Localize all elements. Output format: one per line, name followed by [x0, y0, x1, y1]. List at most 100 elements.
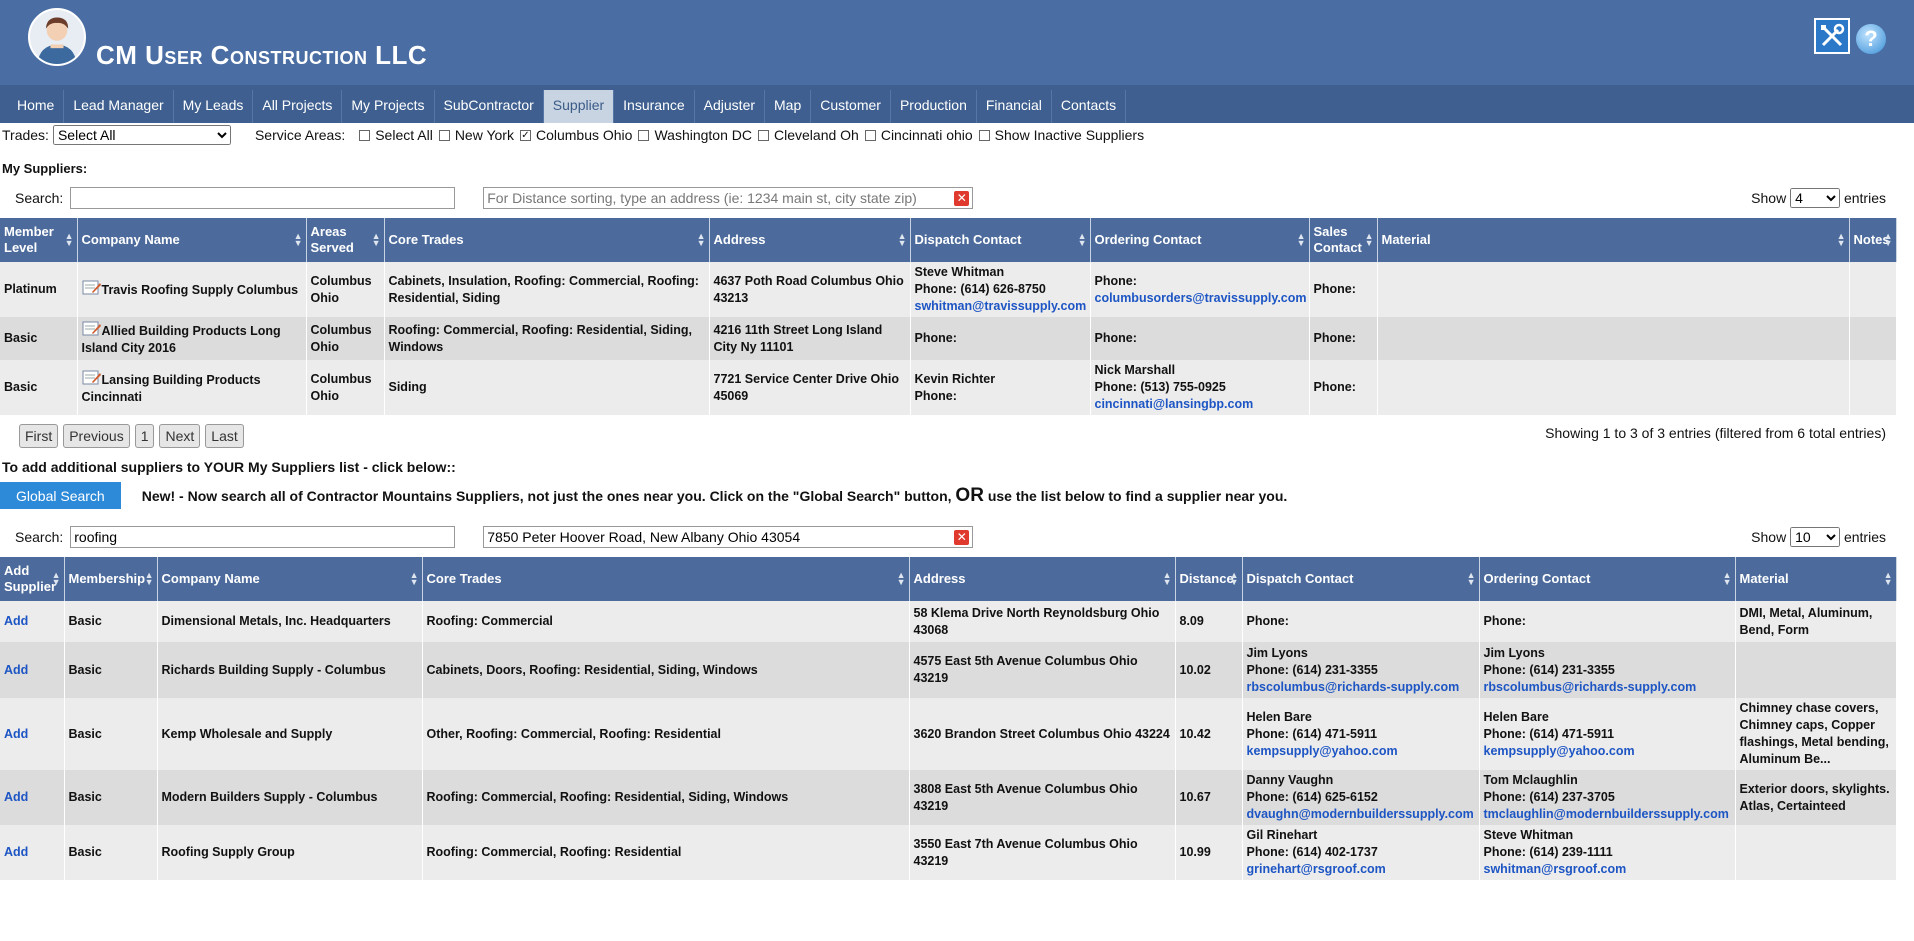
checkbox-box[interactable]: [758, 129, 769, 141]
area-checkbox-new-york[interactable]: New York: [438, 127, 514, 143]
nav-contacts[interactable]: Contacts: [1052, 90, 1127, 123]
contact-email-link[interactable]: kempsupply@yahoo.com: [1247, 743, 1475, 760]
sort-icon[interactable]: ▲ ▼: [697, 232, 706, 248]
nav-home[interactable]: Home: [8, 90, 65, 123]
column-header-material[interactable]: Material ▲ ▼: [1377, 218, 1850, 262]
my-suppliers-search-input[interactable]: [70, 187, 456, 209]
area-checkbox-columbus-ohio[interactable]: ✓ Columbus Ohio: [519, 127, 632, 143]
column-header-core-trades[interactable]: Core Trades ▲ ▼: [384, 218, 710, 262]
nav-lead-manager[interactable]: Lead Manager: [64, 90, 174, 123]
edit-icon[interactable]: [82, 370, 102, 386]
add-supplier-link[interactable]: Add: [4, 845, 28, 859]
column-header-distance[interactable]: Distance ▲ ▼: [1175, 557, 1243, 601]
sort-icon[interactable]: ▲ ▼: [145, 571, 154, 587]
show-entries-select[interactable]: 4: [1790, 188, 1841, 208]
area-checkbox-cincinnati-ohio[interactable]: Cincinnati ohio: [864, 127, 973, 143]
pager-last[interactable]: Last: [205, 424, 244, 448]
sort-icon[interactable]: ▲ ▼: [1365, 232, 1374, 248]
sort-icon[interactable]: ▲ ▼: [898, 232, 907, 248]
distance-address-input-2[interactable]: [483, 526, 974, 548]
sort-icon[interactable]: ▲ ▼: [1884, 232, 1893, 248]
area-checkbox-cleveland-oh[interactable]: Cleveland Oh: [758, 127, 859, 143]
area-checkbox-show-inactive-suppliers[interactable]: Show Inactive Suppliers: [978, 127, 1144, 143]
sort-icon[interactable]: ▲ ▼: [1837, 232, 1846, 248]
checkbox-box[interactable]: [638, 129, 650, 141]
nav-insurance[interactable]: Insurance: [614, 90, 695, 123]
area-checkbox-washington-dc[interactable]: Washington DC: [638, 127, 752, 143]
sort-icon[interactable]: ▲ ▼: [1884, 571, 1893, 587]
user-avatar[interactable]: [28, 8, 86, 66]
pager-previous[interactable]: Previous: [63, 424, 130, 448]
column-header-sales-contact[interactable]: Sales Contact ▲ ▼: [1309, 218, 1378, 262]
column-header-company-name[interactable]: Company Name ▲ ▼: [157, 557, 423, 601]
contact-email-link[interactable]: grinehart@rsgroof.com: [1247, 861, 1475, 878]
contact-email-link[interactable]: cincinnati@lansingbp.com: [1095, 396, 1305, 413]
column-header-material[interactable]: Material ▲ ▼: [1735, 557, 1897, 601]
column-header-ordering-contact[interactable]: Ordering Contact ▲ ▼: [1479, 557, 1736, 601]
add-supplier-link[interactable]: Add: [4, 614, 28, 628]
clear-address-icon[interactable]: ✕: [954, 530, 970, 545]
column-header-address[interactable]: Address ▲ ▼: [709, 218, 911, 262]
checkbox-box[interactable]: [359, 129, 371, 141]
contact-email-link[interactable]: swhitman@rsgroof.com: [1484, 861, 1731, 878]
column-header-address[interactable]: Address ▲ ▼: [909, 557, 1176, 601]
show-entries-select-2[interactable]: 10: [1790, 527, 1841, 547]
sort-icon[interactable]: ▲ ▼: [1078, 232, 1087, 248]
tools-icon[interactable]: [1814, 18, 1850, 54]
column-header-company-name[interactable]: Company Name ▲ ▼: [77, 218, 307, 262]
pager-first[interactable]: First: [19, 424, 59, 448]
company-name[interactable]: Allied Building Products Long Island Cit…: [82, 324, 281, 355]
clear-address-icon[interactable]: ✕: [954, 191, 970, 206]
company-name[interactable]: Travis Roofing Supply Columbus: [102, 283, 299, 297]
column-header-member-level[interactable]: Member Level ▲ ▼: [0, 218, 78, 262]
pager-next[interactable]: Next: [159, 424, 201, 448]
sort-icon[interactable]: ▲ ▼: [1230, 571, 1239, 587]
sort-icon[interactable]: ▲ ▼: [372, 232, 381, 248]
help-icon[interactable]: ?: [1856, 24, 1886, 54]
nav-supplier[interactable]: Supplier: [543, 90, 615, 123]
sort-icon[interactable]: ▲ ▼: [1467, 571, 1476, 587]
contact-email-link[interactable]: swhitman@travissupply.com: [915, 298, 1087, 315]
nav-all-projects[interactable]: All Projects: [253, 90, 343, 123]
column-header-dispatch-contact[interactable]: Dispatch Contact ▲ ▼: [1242, 557, 1480, 601]
sort-icon[interactable]: ▲ ▼: [1723, 571, 1732, 587]
sort-icon[interactable]: ▲ ▼: [294, 232, 303, 248]
all-suppliers-search-input[interactable]: [70, 526, 456, 548]
company-name[interactable]: Lansing Building Products Cincinnati: [82, 373, 261, 404]
column-header-notes[interactable]: Notes ▲ ▼: [1849, 218, 1897, 262]
column-header-membership[interactable]: Membership ▲ ▼: [64, 557, 158, 601]
contact-email-link[interactable]: columbusorders@travissupply.com: [1095, 290, 1307, 307]
contact-email-link[interactable]: dvaughn@modernbuilderssupply.com: [1247, 806, 1475, 823]
nav-my-projects[interactable]: My Projects: [342, 90, 435, 123]
checkbox-box[interactable]: [438, 129, 450, 141]
nav-subcontractor[interactable]: SubContractor: [435, 90, 544, 123]
add-supplier-link[interactable]: Add: [4, 663, 28, 677]
column-header-areas-served[interactable]: Areas Served ▲ ▼: [306, 218, 385, 262]
nav-map[interactable]: Map: [765, 90, 812, 123]
trades-select[interactable]: Select All: [52, 125, 231, 145]
pager-1[interactable]: 1: [134, 424, 155, 448]
area-checkbox-select-all[interactable]: Select All: [359, 127, 433, 143]
sort-icon[interactable]: ▲ ▼: [410, 571, 419, 587]
nav-production[interactable]: Production: [891, 90, 977, 123]
contact-email-link[interactable]: kempsupply@yahoo.com: [1484, 743, 1731, 760]
contact-email-link[interactable]: rbscolumbus@richards-supply.com: [1484, 679, 1731, 696]
distance-address-input[interactable]: [483, 187, 974, 209]
checkbox-box[interactable]: ✓: [519, 129, 531, 141]
edit-icon[interactable]: [82, 280, 102, 296]
column-header-ordering-contact[interactable]: Ordering Contact ▲ ▼: [1090, 218, 1310, 262]
nav-my-leads[interactable]: My Leads: [174, 90, 254, 123]
add-supplier-link[interactable]: Add: [4, 790, 28, 804]
contact-email-link[interactable]: rbscolumbus@richards-supply.com: [1247, 679, 1475, 696]
sort-icon[interactable]: ▲ ▼: [65, 232, 74, 248]
contact-email-link[interactable]: tmclaughlin@modernbuilderssupply.com: [1484, 806, 1731, 823]
column-header-add-supplier[interactable]: Add Supplier ▲ ▼: [0, 557, 65, 601]
global-search-button[interactable]: Global Search: [0, 482, 121, 509]
sort-icon[interactable]: ▲ ▼: [1297, 232, 1306, 248]
edit-icon[interactable]: [82, 321, 102, 337]
nav-financial[interactable]: Financial: [977, 90, 1052, 123]
add-supplier-link[interactable]: Add: [4, 727, 28, 741]
sort-icon[interactable]: ▲ ▼: [897, 571, 906, 587]
nav-customer[interactable]: Customer: [811, 90, 891, 123]
checkbox-box[interactable]: [978, 129, 990, 141]
